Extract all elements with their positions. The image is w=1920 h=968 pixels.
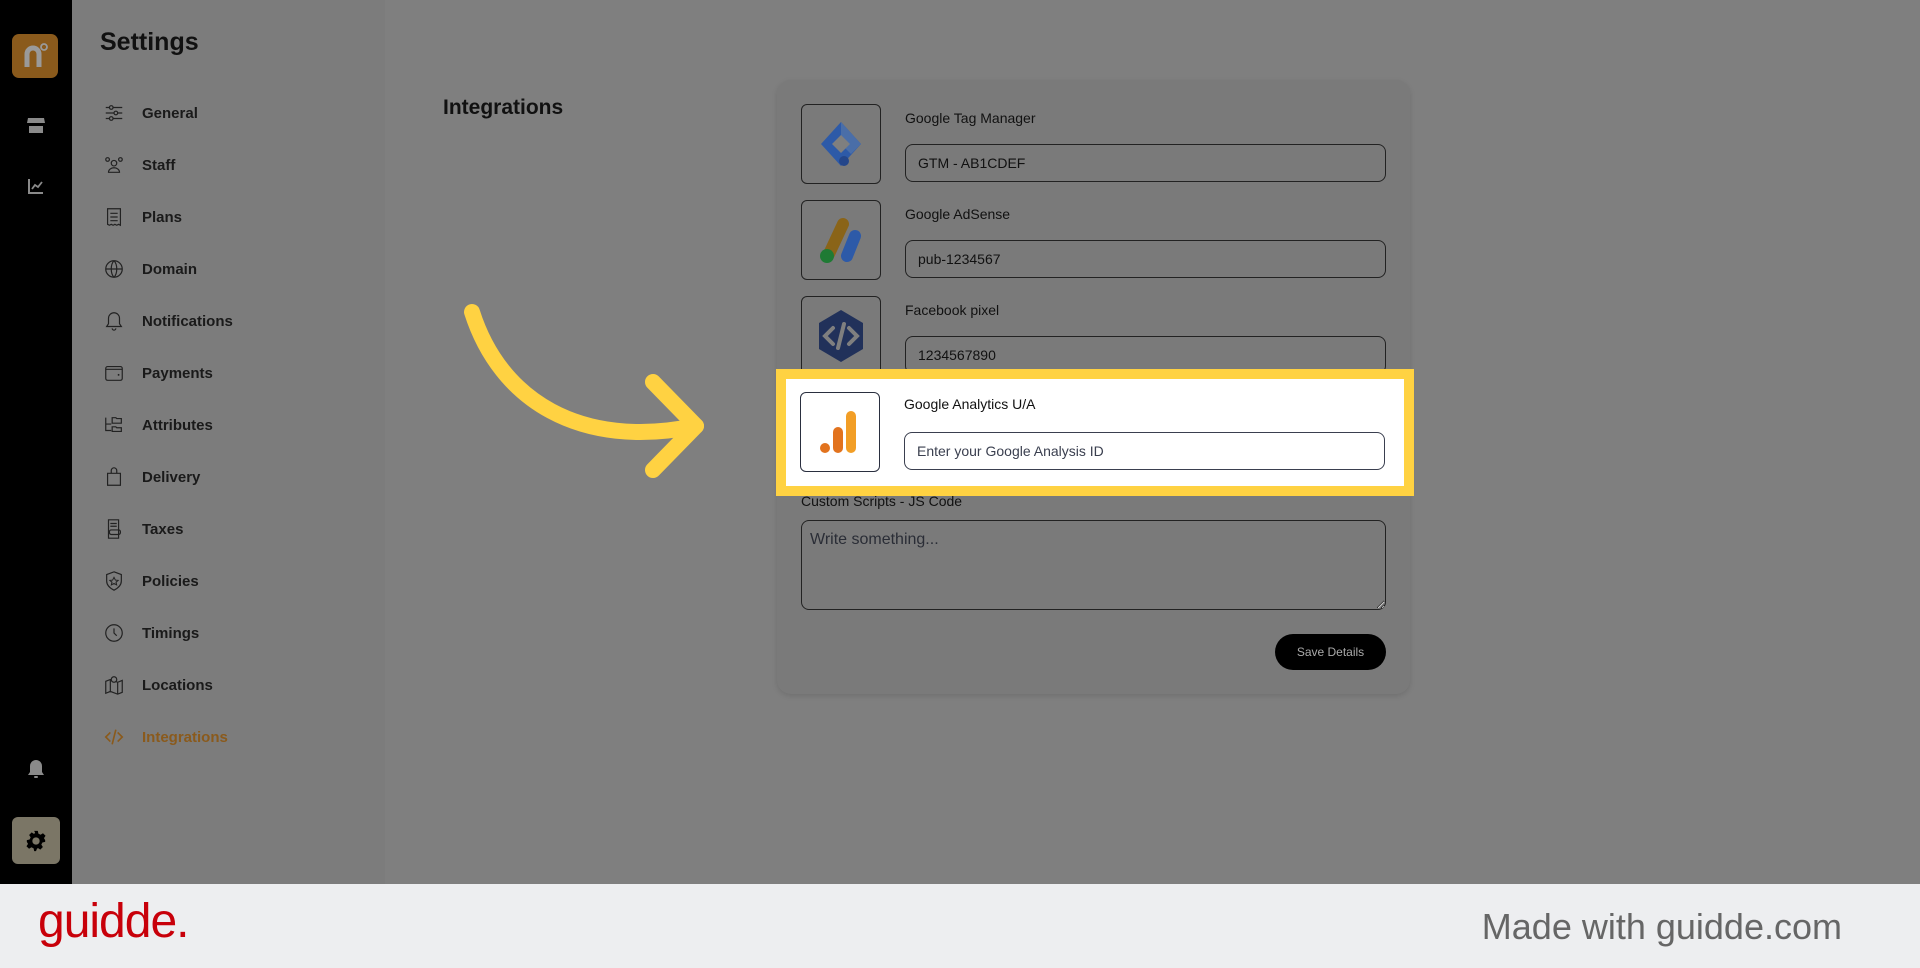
guidde-footer: guidde. Made with guidde.com	[0, 884, 1920, 968]
sidebar-item-label: Policies	[142, 572, 199, 590]
page-title: Integrations	[443, 96, 564, 119]
integration-label: Google Tag Manager	[905, 110, 1036, 126]
wallet-icon	[102, 361, 126, 385]
adsense-id-input[interactable]	[905, 240, 1386, 278]
sidebar-item-label: Locations	[142, 676, 213, 694]
google-tag-manager-icon	[821, 122, 861, 166]
tax-document-icon	[102, 517, 126, 541]
sidebar-item-label: Payments	[142, 364, 213, 382]
sidebar-item-label: Timings	[142, 624, 200, 642]
integration-label: Facebook pixel	[905, 302, 1000, 318]
sidebar-item-label: Integrations	[142, 728, 228, 746]
bell-icon	[102, 309, 126, 333]
sidebar-item-staff[interactable]: Staff	[102, 150, 175, 180]
custom-scripts-textarea[interactable]	[801, 520, 1386, 610]
gtm-id-input[interactable]	[905, 144, 1386, 182]
app-rail	[0, 0, 72, 884]
adsense-logo	[801, 200, 881, 280]
settings-title: Settings	[100, 28, 199, 56]
google-analytics-logo	[800, 392, 880, 472]
integration-label: Google Analytics U/A	[904, 396, 1036, 412]
save-details-button[interactable]: Save Details	[1275, 634, 1386, 670]
store-icon[interactable]	[24, 113, 48, 137]
google-analytics-icon	[820, 411, 856, 453]
logo-icon	[24, 43, 48, 67]
sidebar-item-label: Delivery	[142, 468, 201, 486]
code-icon	[102, 725, 126, 749]
clock-icon	[102, 621, 126, 645]
tutorial-arrow-icon	[464, 304, 704, 478]
integration-row-facebook: Facebook pixel	[801, 296, 1386, 376]
integration-row-adsense: Google AdSense	[801, 200, 1386, 280]
made-with-text: Made with guidde.com	[1481, 906, 1842, 947]
globe-icon	[102, 257, 126, 281]
custom-scripts-label: Custom Scripts - JS Code	[801, 493, 963, 509]
sidebar-item-label: Attributes	[142, 416, 213, 434]
app-logo[interactable]	[12, 34, 58, 78]
settings-button[interactable]	[12, 817, 60, 864]
chart-icon[interactable]	[24, 174, 48, 198]
sidebar-item-integrations[interactable]: Integrations	[102, 722, 228, 752]
sidebar-item-general[interactable]: General	[102, 98, 198, 128]
integration-label: Google AdSense	[905, 206, 1011, 222]
sidebar-item-locations[interactable]: Locations	[102, 670, 213, 700]
sidebar-item-plans[interactable]: Plans	[102, 202, 182, 232]
sidebar-item-domain[interactable]: Domain	[102, 254, 197, 284]
receipt-icon	[102, 205, 126, 229]
sidebar-item-label: Domain	[142, 260, 198, 278]
users-icon	[102, 153, 126, 177]
folders-icon	[102, 413, 126, 437]
guidde-logo: guidde.	[38, 895, 189, 948]
integration-row-google-analytics: Google Analytics U/A	[800, 392, 1385, 472]
sidebar-item-delivery[interactable]: Delivery	[102, 462, 200, 492]
gear-icon	[26, 830, 46, 851]
sidebar-item-label: Plans	[142, 208, 183, 226]
sidebar-item-label: Staff	[142, 156, 176, 174]
bell-icon[interactable]	[24, 757, 48, 781]
map-pin-icon	[102, 673, 126, 697]
highlight-box: Google Analytics U/A	[776, 369, 1414, 496]
sidebar-item-payments[interactable]: Payments	[102, 358, 213, 388]
sidebar-item-attributes[interactable]: Attributes	[102, 410, 213, 440]
sidebar-item-taxes[interactable]: Taxes	[102, 514, 183, 544]
sidebar-item-timings[interactable]: Timings	[102, 618, 199, 648]
shield-star-icon	[102, 569, 126, 593]
sidebar-item-notifications[interactable]: Notifications	[102, 306, 233, 336]
google-analytics-id-input[interactable]	[904, 432, 1385, 470]
sidebar-item-policies[interactable]: Policies	[102, 566, 199, 596]
sidebar-item-label: Taxes	[142, 520, 184, 538]
integration-row-gtm: Google Tag Manager	[801, 104, 1386, 184]
code-hexagon-icon	[819, 310, 863, 362]
bag-icon	[102, 465, 126, 489]
facebook-pixel-logo	[801, 296, 881, 376]
google-adsense-icon	[820, 218, 861, 263]
sidebar-item-label: General	[142, 104, 198, 122]
gtm-logo	[801, 104, 881, 184]
sidebar-item-label: Notifications	[142, 312, 233, 330]
sliders-icon	[102, 101, 126, 125]
